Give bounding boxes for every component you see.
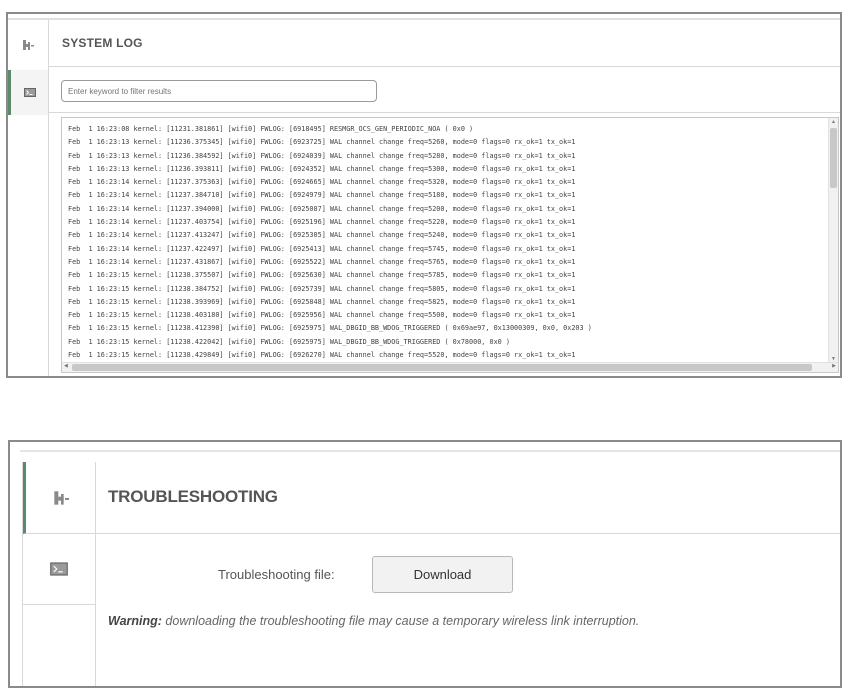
log-line: Feb 1 16:23:14 kernel: [11237.375363] [w… — [68, 178, 576, 187]
download-button[interactable]: Download — [372, 556, 513, 593]
log-line: Feb 1 16:23:15 kernel: [11238.403180] [w… — [68, 311, 576, 320]
log-line: Feb 1 16:23:14 kernel: [11237.384710] [w… — [68, 191, 576, 200]
top-divider — [8, 18, 840, 20]
warning-message: Warning: downloading the troubleshooting… — [108, 614, 639, 628]
log-line: Feb 1 16:23:15 kernel: [11238.422042] [w… — [68, 337, 510, 346]
sidebar — [22, 462, 96, 686]
log-line: Feb 1 16:23:15 kernel: [11238.384752] [w… — [68, 284, 576, 293]
sidebar — [8, 20, 49, 376]
log-line: Feb 1 16:23:14 kernel: [11237.403754] [w… — [68, 218, 576, 227]
sidebar-item-terminal[interactable] — [8, 70, 48, 115]
scroll-right-icon[interactable]: ▶ — [832, 363, 836, 369]
log-output[interactable]: Feb 1 16:23:08 kernel: [11231.381861] [w… — [61, 117, 839, 373]
log-line: Feb 1 16:23:13 kernel: [11236.384592] [w… — [68, 151, 576, 160]
sidebar-item-tools[interactable] — [23, 462, 95, 534]
page-title: SYSTEM LOG — [62, 36, 143, 50]
tools-icon — [53, 490, 69, 505]
log-line: Feb 1 16:23:15 kernel: [11238.429849] [w… — [68, 351, 576, 360]
scroll-thumb[interactable] — [830, 128, 837, 188]
sidebar-item-tools[interactable] — [8, 20, 48, 71]
scroll-up-icon[interactable]: ▲ — [829, 119, 838, 125]
warning-text: downloading the troubleshooting file may… — [161, 614, 640, 628]
system-log-panel: SYSTEM LOG Feb 1 16:23:08 kernel: [11231… — [6, 12, 842, 378]
sidebar-item-terminal[interactable] — [23, 534, 95, 605]
terminal-icon — [23, 88, 36, 97]
scroll-thumb[interactable] — [72, 364, 812, 371]
troubleshooting-panel: TROUBLESHOOTING Troubleshooting file: Do… — [8, 440, 842, 688]
terminal-icon — [50, 562, 68, 576]
log-line: Feb 1 16:23:14 kernel: [11237.422497] [w… — [68, 244, 576, 253]
warning-prefix: Warning: — [108, 614, 162, 628]
log-lines: Feb 1 16:23:08 kernel: [11231.381861] [w… — [68, 123, 824, 362]
log-line: Feb 1 16:23:15 kernel: [11238.412390] [w… — [68, 324, 592, 333]
log-line: Feb 1 16:23:08 kernel: [11231.381861] [w… — [68, 125, 474, 133]
log-line: Feb 1 16:23:14 kernel: [11237.413247] [w… — [68, 231, 576, 240]
log-line: Feb 1 16:23:13 kernel: [11236.393811] [w… — [68, 164, 576, 173]
log-line: Feb 1 16:23:15 kernel: [11238.393969] [w… — [68, 297, 576, 306]
horizontal-scrollbar[interactable]: ◀ ▶ — [62, 362, 838, 372]
divider — [48, 112, 840, 113]
tools-icon — [23, 40, 34, 50]
top-divider — [20, 450, 840, 452]
vertical-scrollbar[interactable]: ▲ ▼ — [828, 118, 838, 363]
divider — [94, 533, 840, 534]
log-line: Feb 1 16:23:14 kernel: [11237.431867] [w… — [68, 257, 576, 266]
scroll-left-icon[interactable]: ◀ — [64, 363, 68, 369]
page-title: TROUBLESHOOTING — [108, 487, 278, 506]
filter-input[interactable] — [61, 80, 377, 102]
troubleshooting-file-label: Troubleshooting file: — [218, 567, 335, 582]
log-line: Feb 1 16:23:14 kernel: [11237.394000] [w… — [68, 204, 576, 213]
log-line: Feb 1 16:23:13 kernel: [11236.375345] [w… — [68, 138, 576, 147]
log-line: Feb 1 16:23:15 kernel: [11238.375507] [w… — [68, 271, 576, 280]
divider — [48, 66, 840, 67]
